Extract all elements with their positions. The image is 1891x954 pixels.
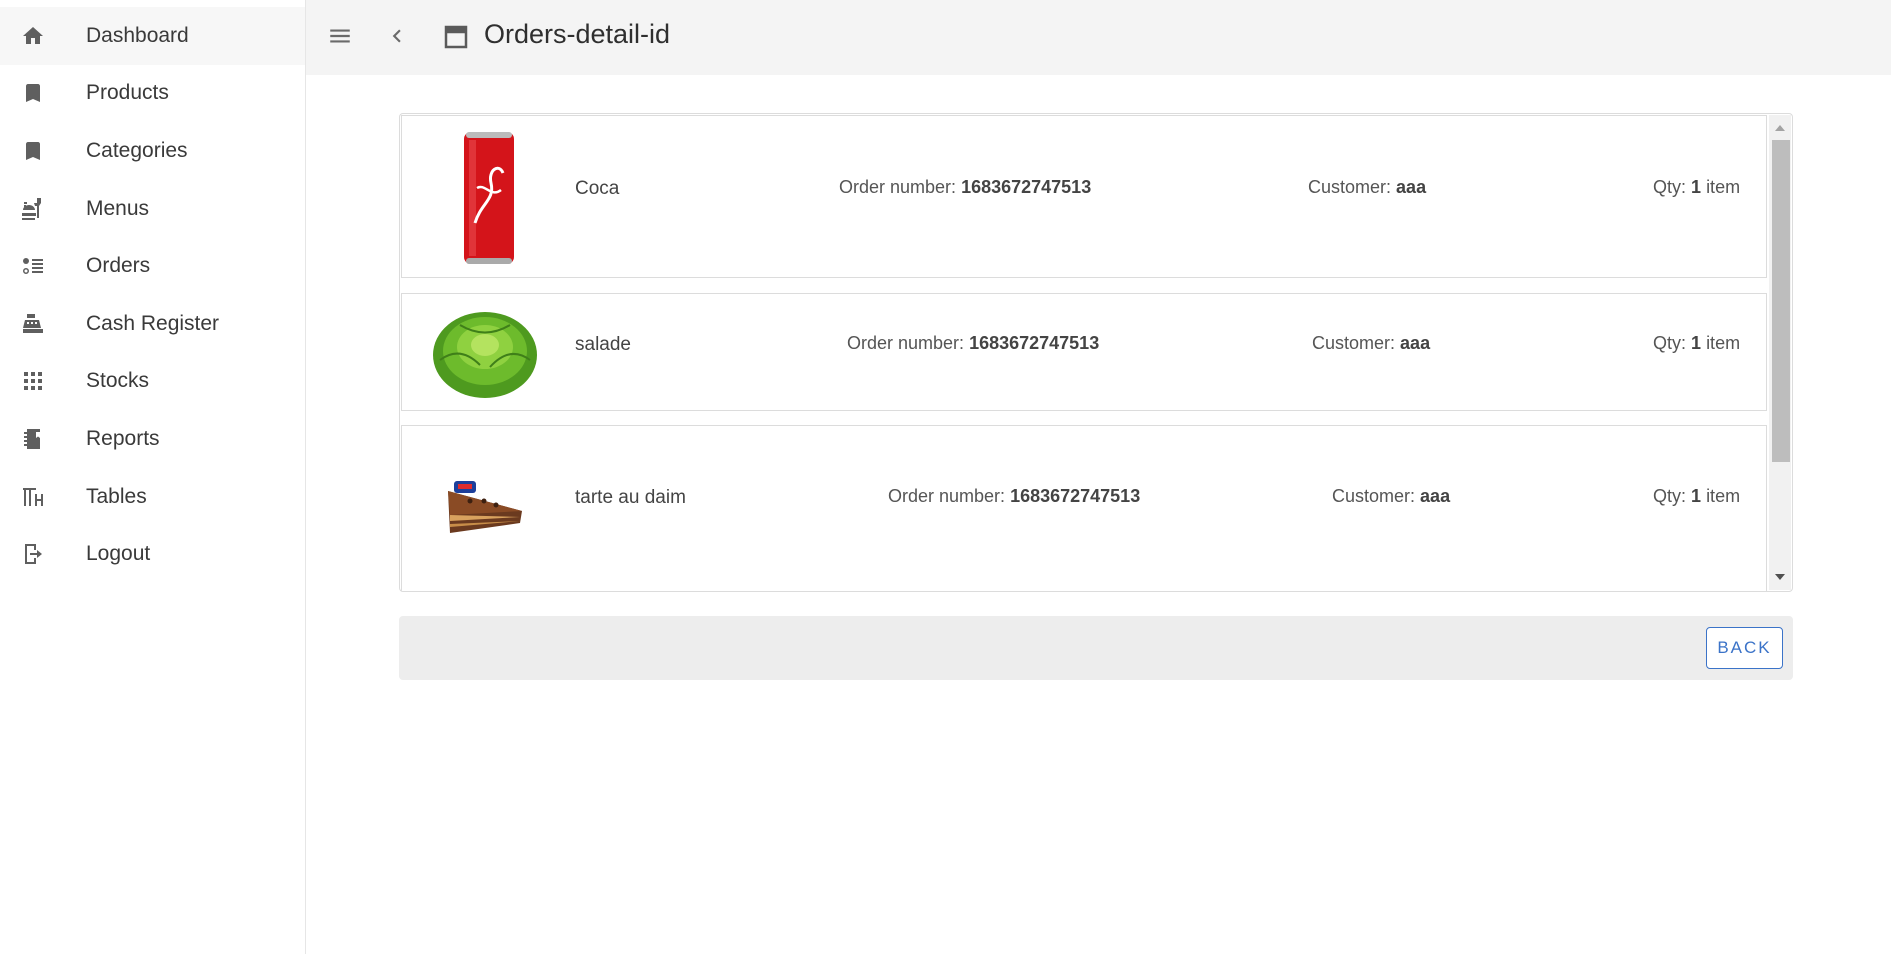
product-image-coca	[454, 128, 524, 268]
cash-register-icon	[20, 311, 46, 337]
product-image-tarte-au-daim	[440, 466, 530, 546]
home-icon	[20, 23, 46, 49]
sidebar-item-label: Dashboard	[86, 24, 189, 47]
item-name: tarte au daim	[575, 487, 686, 508]
sidebar-item-reports[interactable]: Reports	[0, 410, 305, 468]
quantity: Qty: 1 item	[1653, 333, 1741, 353]
customer: Customer: aaa	[1312, 333, 1431, 353]
sidebar-item-label: Stocks	[86, 369, 150, 392]
customer: Customer: aaa	[1308, 177, 1427, 197]
sidebar-item-label: Tables	[86, 485, 147, 508]
sidebar-item-label: Orders	[86, 254, 151, 277]
scroll-up-arrow-icon[interactable]	[1775, 125, 1785, 131]
list-icon	[20, 253, 46, 279]
sidebar-item-orders[interactable]: Orders	[0, 237, 305, 295]
grid-icon	[20, 368, 46, 394]
sidebar-item-logout[interactable]: Logout	[0, 525, 305, 583]
bookmark-icon	[20, 80, 46, 106]
actions-bar: BACK	[399, 616, 1793, 680]
top-app-bar: Orders-detail-id	[306, 0, 1891, 75]
order-items-list[interactable]: Coca Order number: 1683672747513 Custome…	[399, 113, 1793, 592]
quantity: Qty: 1 item	[1653, 486, 1741, 506]
sidebar-item-cash-register[interactable]: Cash Register	[0, 295, 305, 353]
sidebar-item-label: Cash Register	[86, 312, 220, 335]
sidebar-item-dashboard[interactable]: Dashboard	[0, 7, 305, 65]
quantity: Qty: 1 item	[1653, 177, 1741, 197]
sidebar-item-label: Logout	[86, 542, 151, 565]
sidebar-item-products[interactable]: Products	[0, 64, 305, 122]
back-button[interactable]: BACK	[1706, 627, 1783, 669]
sidebar-item-stocks[interactable]: Stocks	[0, 352, 305, 410]
sidebar: Dashboard Products Categories Menus Orde…	[0, 0, 306, 954]
order-number: Order number: 1683672747513	[888, 486, 1141, 506]
sidebar-item-menus[interactable]: Menus	[0, 180, 305, 238]
order-number: Order number: 1683672747513	[839, 177, 1092, 197]
item-name: Coca	[575, 178, 620, 199]
product-image-salade	[426, 304, 544, 402]
logout-icon	[20, 541, 46, 567]
food-icon	[20, 196, 46, 222]
scrollbar-thumb[interactable]	[1772, 140, 1790, 462]
list-item[interactable]: salade Order number: 1683672747513 Custo…	[401, 293, 1767, 411]
order-number: Order number: 1683672747513	[847, 333, 1100, 353]
page-title: Orders-detail-id	[484, 19, 671, 49]
sidebar-item-label: Menus	[86, 197, 150, 220]
list-item[interactable]: tarte au daim Order number: 168367274751…	[401, 425, 1767, 591]
scroll-down-arrow-icon[interactable]	[1775, 574, 1785, 580]
vertical-scrollbar[interactable]	[1769, 115, 1791, 590]
sidebar-item-tables[interactable]: Tables	[0, 468, 305, 526]
sidebar-item-categories[interactable]: Categories	[0, 122, 305, 180]
sidebar-item-label: Categories	[86, 139, 188, 162]
back-nav-button[interactable]	[377, 18, 417, 58]
sidebar-item-label: Reports	[86, 427, 160, 450]
item-name: salade	[575, 334, 631, 355]
bookmark-icon	[20, 138, 46, 164]
sidebar-item-label: Products	[86, 81, 169, 104]
window-icon	[441, 22, 471, 52]
hamburger-menu-icon	[327, 23, 353, 54]
list-item[interactable]: Coca Order number: 1683672747513 Custome…	[401, 115, 1767, 278]
customer: Customer: aaa	[1332, 486, 1451, 506]
menu-toggle-button[interactable]	[320, 18, 360, 58]
notebook-icon	[20, 426, 46, 452]
table-furniture-icon	[20, 484, 46, 510]
chevron-left-icon	[384, 23, 410, 54]
